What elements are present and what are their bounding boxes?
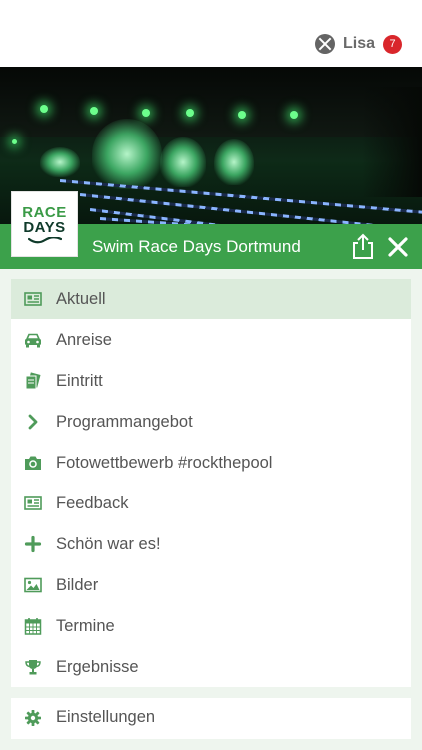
logo-text-top: RACE — [22, 203, 67, 221]
trophy-icon — [25, 660, 41, 675]
gear-icon — [25, 710, 41, 726]
menu-item-label: Eintritt — [56, 371, 103, 390]
event-logo: RACE DAYS — [11, 191, 78, 257]
hero-light — [238, 111, 246, 119]
hero-light — [90, 107, 98, 115]
menu-item-eintritt[interactable]: Eintritt — [11, 361, 411, 401]
logo-wave-icon — [27, 236, 62, 243]
hero-light — [186, 109, 194, 117]
car-icon — [25, 333, 41, 348]
menu-item-aktuell[interactable]: Aktuell — [11, 279, 411, 319]
calendar-icon — [24, 618, 42, 635]
user-account[interactable]: Lisa 7 — [314, 32, 402, 56]
menu-item-anreise[interactable]: Anreise — [11, 320, 411, 360]
hero-splash — [214, 139, 254, 185]
hero-splash — [160, 137, 206, 187]
hero-light — [142, 109, 150, 117]
close-icon[interactable] — [386, 235, 410, 259]
hero-wall — [362, 87, 422, 197]
hero-ceiling — [0, 67, 422, 137]
user-name: Lisa — [342, 35, 375, 52]
menu-item-label: Bilder — [56, 575, 99, 594]
navigation-menu: Aktuell Anreise Eintritt Programmangebot — [11, 279, 411, 687]
event-title: Swim Race Days Dortmund — [92, 237, 301, 256]
menu-item-bilder[interactable]: Bilder — [11, 565, 411, 605]
menu-item-label: Schön war es! — [56, 534, 161, 553]
menu-item-feedback[interactable]: Feedback — [11, 483, 411, 523]
tickets-icon — [25, 372, 41, 390]
menu-item-fotowettbewerb[interactable]: Fotowettbewerb #rockthepool — [11, 443, 411, 483]
top-bar: Lisa 7 — [0, 0, 422, 67]
menu-item-ergebnisse[interactable]: Ergebnisse — [11, 647, 411, 687]
chevron-right-icon — [28, 414, 38, 430]
hero-splash — [40, 147, 80, 177]
menu-item-einstellungen[interactable]: Einstellungen — [11, 698, 411, 739]
menu-item-label: Programmangebot — [56, 412, 193, 431]
share-icon[interactable] — [350, 232, 376, 260]
settings-label: Einstellungen — [56, 708, 156, 726]
news-icon — [24, 292, 42, 306]
menu-item-label: Termine — [56, 616, 115, 635]
menu-item-label: Anreise — [56, 330, 112, 349]
hero-light — [12, 139, 17, 144]
menu-item-label: Aktuell — [56, 289, 106, 308]
image-icon — [24, 577, 42, 593]
camera-icon — [25, 456, 41, 470]
hero-light — [40, 105, 48, 113]
user-logo-icon — [314, 34, 335, 54]
menu-item-schoen-war-es[interactable]: Schön war es! — [11, 524, 411, 564]
hero-splash — [92, 119, 162, 189]
menu-item-label: Fotowettbewerb #rockthepool — [56, 453, 273, 472]
news-icon — [24, 496, 42, 510]
logo-text-bottom: DAYS — [23, 218, 66, 236]
menu-item-label: Feedback — [56, 493, 129, 512]
menu-item-termine[interactable]: Termine — [11, 606, 411, 646]
hero-light — [290, 111, 298, 119]
notification-badge[interactable]: 7 — [383, 34, 402, 54]
plus-icon — [24, 535, 42, 553]
menu-item-programmangebot[interactable]: Programmangebot — [11, 402, 411, 442]
menu-item-label: Ergebnisse — [56, 657, 139, 676]
